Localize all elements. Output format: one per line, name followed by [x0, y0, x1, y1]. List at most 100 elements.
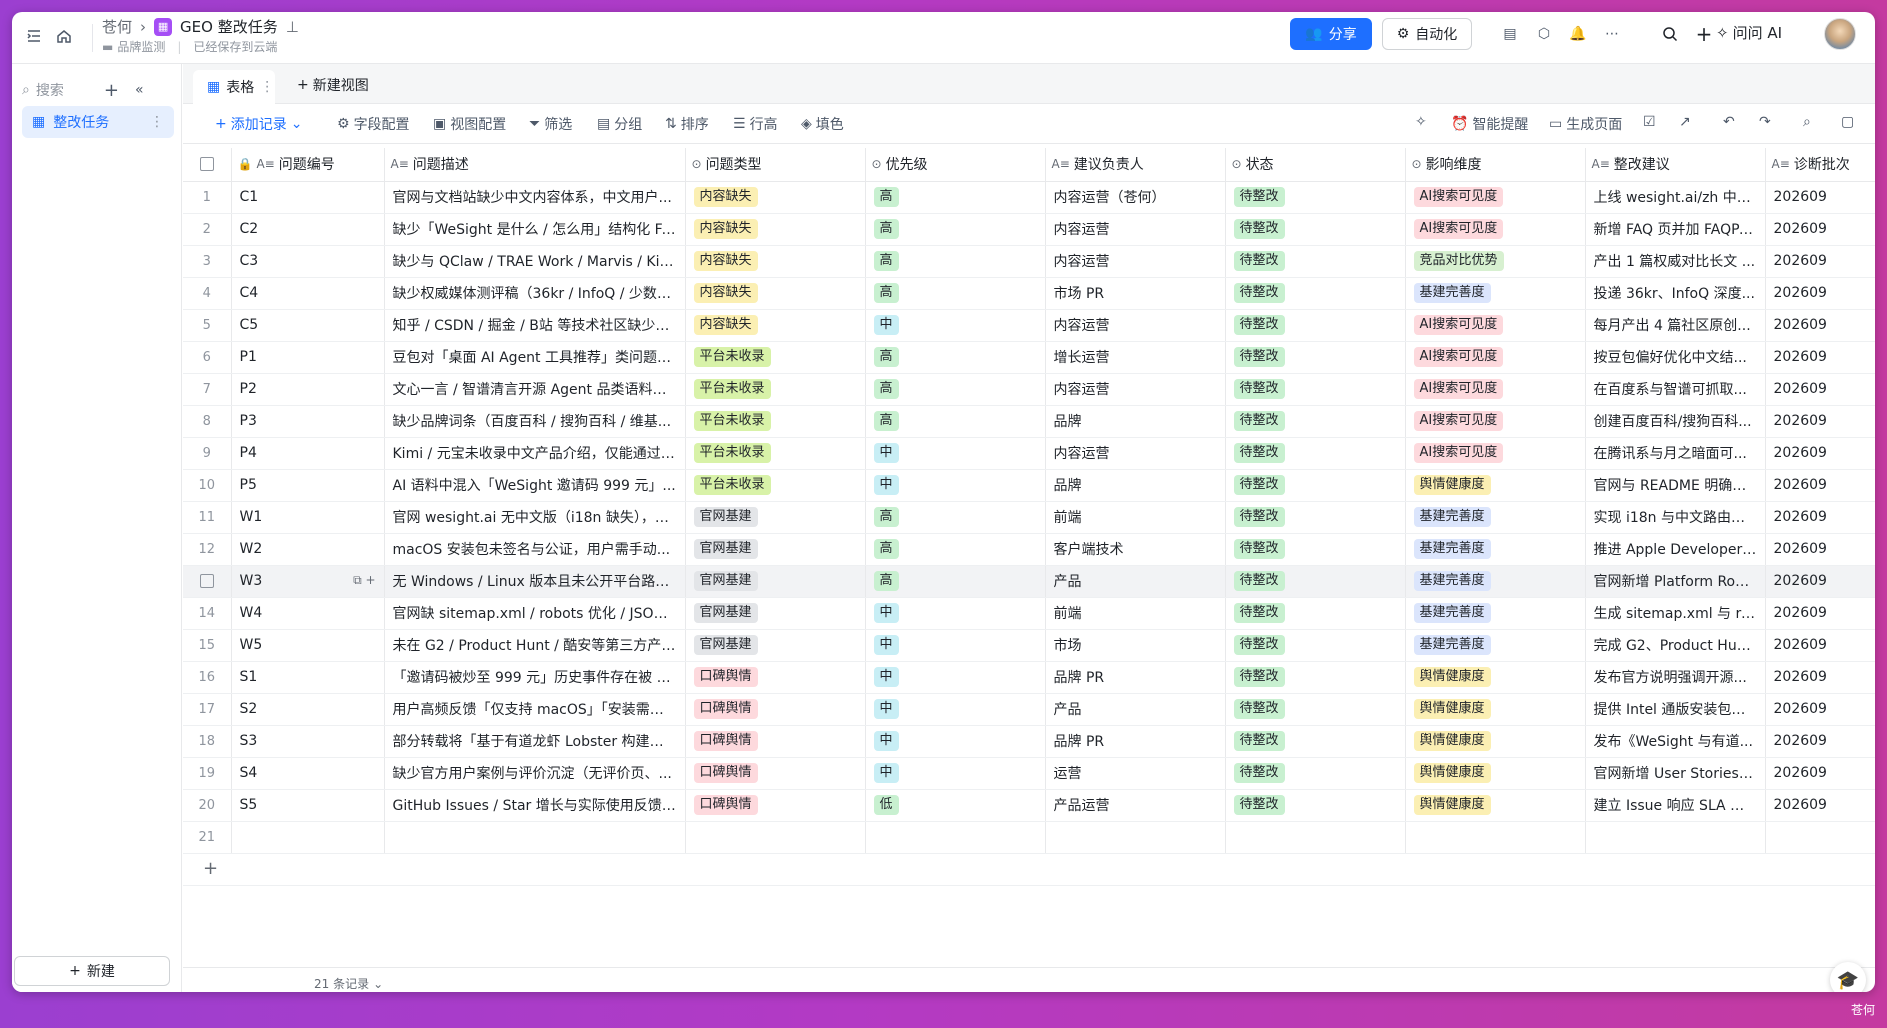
comment-icon[interactable]: ▢	[1841, 114, 1854, 130]
document-icon[interactable]: ▤	[1498, 22, 1522, 46]
cell-type[interactable]: 官网基建	[685, 597, 866, 630]
new-view-button[interactable]: + 新建视图	[297, 75, 369, 95]
cell-status[interactable]: 待整改	[1225, 277, 1406, 310]
cell-type[interactable]: 口碑舆情	[685, 757, 866, 790]
cell-desc[interactable]: 官网缺 sitemap.xml / robots 优化 / JSON-L...	[384, 597, 686, 630]
cell-owner[interactable]: 前端	[1045, 501, 1226, 534]
cell-advice[interactable]: 创建百度百科/搜狗百科...	[1585, 405, 1766, 438]
tab-table-view[interactable]: ▦ 表格 ⋮	[193, 70, 275, 104]
table-row[interactable]: 19 S4 缺少官方用户案例与评价沉淀（无评价页、... 口碑舆情 中 运营 待整改 舆情健康…	[183, 757, 1875, 790]
cell-status[interactable]: 待整改	[1225, 501, 1406, 534]
cell-impact[interactable]: 舆情健康度	[1405, 661, 1586, 694]
cell-priority[interactable]: 中	[865, 693, 1046, 726]
column-header-impact[interactable]: ⊙ 影响维度	[1405, 148, 1586, 182]
cell-status[interactable]: 待整改	[1225, 789, 1406, 822]
cell-impact[interactable]: 基建完善度	[1405, 597, 1586, 630]
cell-priority[interactable]: 中	[865, 597, 1046, 630]
cell-batch[interactable]: 202609	[1765, 757, 1875, 790]
cell-status[interactable]: 待整改	[1225, 661, 1406, 694]
cell-batch[interactable]: 202609	[1765, 245, 1875, 278]
bell-icon[interactable]: 🔔	[1566, 22, 1590, 46]
cell-owner[interactable]: 内容运营（苍何）	[1045, 181, 1226, 214]
cell-batch[interactable]: 202609	[1765, 565, 1875, 598]
cell-priority[interactable]: 中	[865, 725, 1046, 758]
ask-ai-button[interactable]: ✧ 问问 AI	[1716, 22, 1782, 43]
cell-id[interactable]: P2	[231, 373, 385, 406]
cell-priority[interactable]: 高	[865, 277, 1046, 310]
empty-cell[interactable]	[865, 821, 1046, 854]
cell-batch[interactable]: 202609	[1765, 181, 1875, 214]
redo-icon[interactable]: ↷	[1759, 114, 1771, 130]
cell-advice[interactable]: 官网新增 Platform Road...	[1585, 565, 1766, 598]
column-header-id[interactable]: 🔒 A≡ 问题编号	[231, 148, 385, 182]
cell-owner[interactable]: 市场 PR	[1045, 277, 1226, 310]
cell-advice[interactable]: 官网新增 User Stories ...	[1585, 757, 1766, 790]
pin-icon[interactable]: ⊥	[286, 18, 299, 36]
cell-type[interactable]: 官网基建	[685, 565, 866, 598]
cell-advice[interactable]: 产出 1 篇权威对比长文 ...	[1585, 245, 1766, 278]
cell-priority[interactable]: 中	[865, 757, 1046, 790]
cell-owner[interactable]: 内容运营	[1045, 213, 1226, 246]
cell-id[interactable]: P1	[231, 341, 385, 374]
empty-cell[interactable]	[384, 821, 686, 854]
search-input[interactable]: ⌕ 搜索 + «	[22, 78, 172, 102]
group-button[interactable]: ▤ 分组	[597, 114, 642, 134]
cell-advice[interactable]: 实现 i18n 与中文路由，...	[1585, 501, 1766, 534]
table-row[interactable]: 11 W1 官网 wesight.ai 无中文版（i18n 缺失），中... 官网基建…	[183, 501, 1875, 534]
cell-desc[interactable]: 官网与文档站缺少中文内容体系，中文用户...	[384, 181, 686, 214]
cell-owner[interactable]: 内容运营	[1045, 309, 1226, 342]
column-header-advice[interactable]: A≡ 整改建议	[1585, 148, 1766, 182]
cell-batch[interactable]: 202609	[1765, 725, 1875, 758]
collapse-icon[interactable]: «	[135, 82, 144, 98]
plus-icon[interactable]: +	[1692, 22, 1716, 46]
cell-advice[interactable]: 投递 36kr、InfoQ 深度...	[1585, 277, 1766, 310]
cell-status[interactable]: 待整改	[1225, 629, 1406, 662]
cell-advice[interactable]: 在百度系与智谱可抓取...	[1585, 373, 1766, 406]
cell-owner[interactable]: 增长运营	[1045, 341, 1226, 374]
cell-desc[interactable]: 缺少「WeSight 是什么 / 怎么用」结构化 FA...	[384, 213, 686, 246]
cell-advice[interactable]: 新增 FAQ 页并加 FAQPa...	[1585, 213, 1766, 246]
cell-status[interactable]: 待整改	[1225, 309, 1406, 342]
cell-status[interactable]: 待整改	[1225, 405, 1406, 438]
cell-impact[interactable]: 基建完善度	[1405, 565, 1586, 598]
cell-desc[interactable]: macOS 安装包未签名与公证，用户需手动...	[384, 533, 686, 566]
cell-status[interactable]: 待整改	[1225, 437, 1406, 470]
cell-type[interactable]: 官网基建	[685, 501, 866, 534]
table-row[interactable]: 2 C2 缺少「WeSight 是什么 / 怎么用」结构化 FA... 内容缺失 高 内容…	[183, 213, 1875, 246]
cell-desc[interactable]: 缺少品牌词条（百度百科 / 搜狗百科 / 维基...	[384, 405, 686, 438]
sort-button[interactable]: ⇅ 排序	[665, 114, 709, 134]
column-header-owner[interactable]: A≡ 建议负责人	[1045, 148, 1226, 182]
cell-impact[interactable]: AI搜索可见度	[1405, 373, 1586, 406]
cell-id[interactable]: W3 ⧉ +	[231, 565, 385, 598]
cell-type[interactable]: 内容缺失	[685, 181, 866, 214]
cell-batch[interactable]: 202609	[1765, 277, 1875, 310]
more-icon[interactable]: ⋮	[150, 114, 164, 130]
cell-desc[interactable]: 部分转载将「基于有道龙虾 Lobster 构建」...	[384, 725, 686, 758]
cell-id[interactable]: W4	[231, 597, 385, 630]
cell-desc[interactable]: Kimi / 元宝未收录中文产品介绍，仅能通过 ...	[384, 437, 686, 470]
more-icon[interactable]: ⋮	[260, 79, 274, 95]
cell-type[interactable]: 内容缺失	[685, 245, 866, 278]
cell-id[interactable]: C3	[231, 245, 385, 278]
add-record-button[interactable]: + 添加记录 ⌄	[215, 114, 302, 134]
cell-status[interactable]: 待整改	[1225, 373, 1406, 406]
fill-color-button[interactable]: ◈ 填色	[801, 114, 844, 134]
cell-impact[interactable]: 竞品对比优势	[1405, 245, 1586, 278]
empty-cell[interactable]	[1225, 821, 1406, 854]
table-row[interactable]: 5 C5 知乎 / CSDN / 掘金 / B站 等技术社区缺少高... 内容缺失 中 内…	[183, 309, 1875, 342]
cell-impact[interactable]: 基建完善度	[1405, 501, 1586, 534]
cell-id[interactable]: S2	[231, 693, 385, 726]
cell-id[interactable]: W1	[231, 501, 385, 534]
table-row[interactable]: 16 S1 「邀请码被炒至 999 元」历史事件存在被 A... 口碑舆情 中 品牌 PR…	[183, 661, 1875, 694]
cell-priority[interactable]: 高	[865, 405, 1046, 438]
new-button[interactable]: + 新建	[14, 956, 170, 986]
ai-sparkle-icon[interactable]: ✧	[1415, 114, 1427, 130]
table-row[interactable]: 18 S3 部分转载将「基于有道龙虾 Lobster 构建」... 口碑舆情 中 品牌 P…	[183, 725, 1875, 758]
automation-button[interactable]: ⚙ 自动化	[1382, 18, 1472, 50]
cell-desc[interactable]: GitHub Issues / Star 增长与实际使用反馈脱...	[384, 789, 686, 822]
table-row[interactable]: 12 W2 macOS 安装包未签名与公证，用户需手动... 官网基建 高 客户端技术 待整…	[183, 533, 1875, 566]
cell-status[interactable]: 待整改	[1225, 597, 1406, 630]
cell-impact[interactable]: 基建完善度	[1405, 533, 1586, 566]
cell-desc[interactable]: 缺少官方用户案例与评价沉淀（无评价页、...	[384, 757, 686, 790]
avatar[interactable]	[1824, 18, 1856, 50]
